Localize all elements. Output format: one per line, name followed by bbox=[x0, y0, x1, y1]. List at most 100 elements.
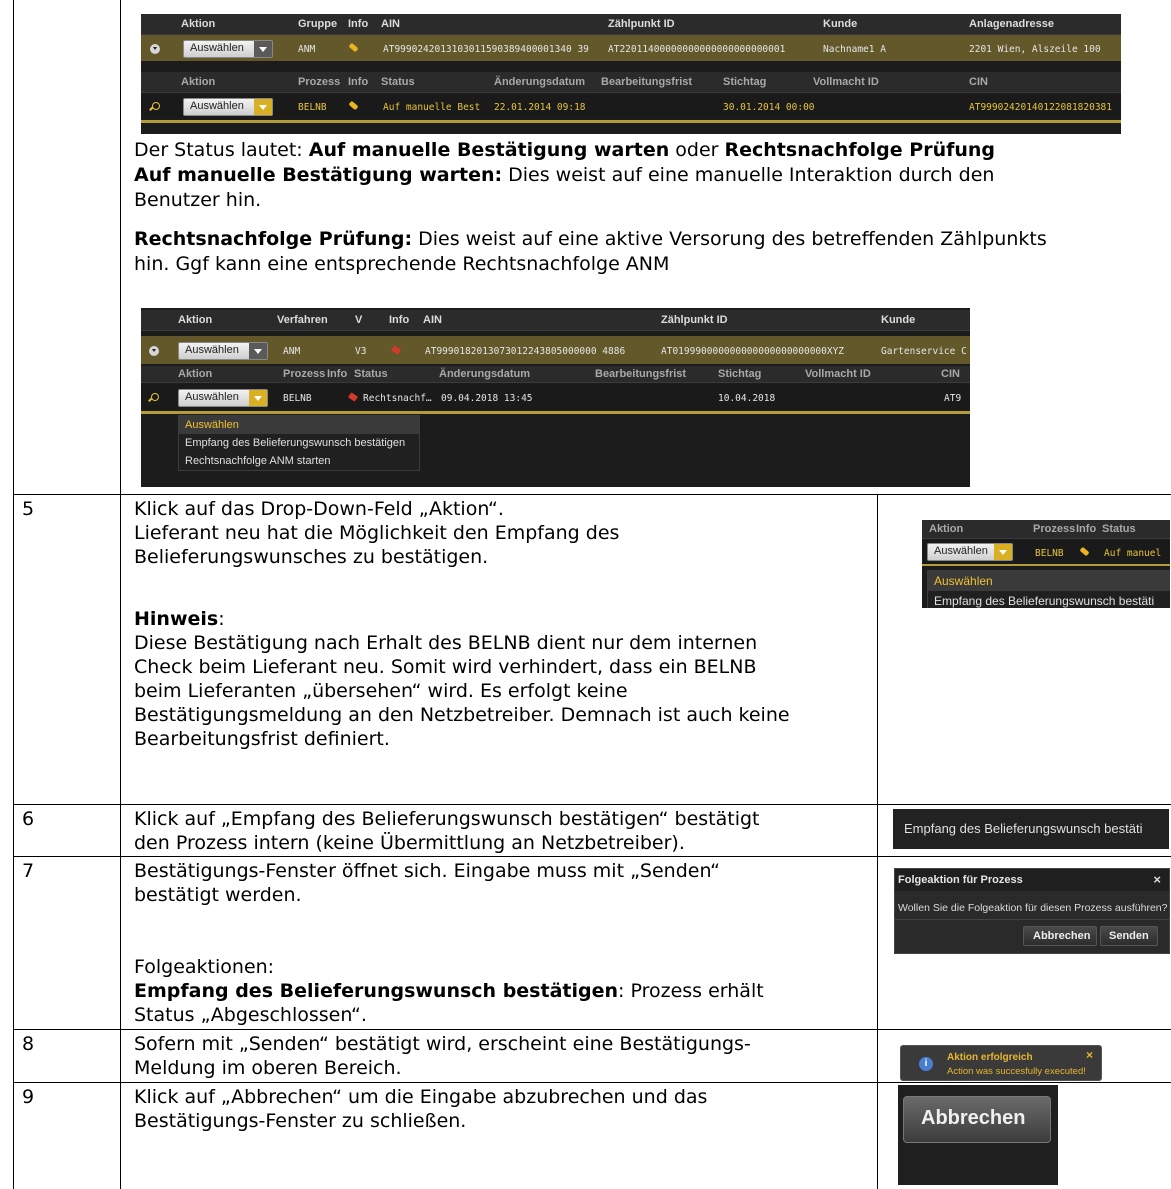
aenderung-value: 09.04.2018 13:45 bbox=[441, 393, 533, 404]
ain-value: AT9990182013073012243805000000 4886 bbox=[425, 346, 626, 357]
screenshot-status-auf-manuelle-bestaetigung: Aktion Gruppe Info AIN Zählpunkt ID Kund… bbox=[141, 14, 1121, 134]
ain-value: AT9990242013103011590389400001340 39 bbox=[383, 44, 589, 55]
intro-line-2: Auf manuelle Bestätigung warten: Dies we… bbox=[134, 164, 995, 186]
subcol-vollmacht: Vollmacht ID bbox=[813, 76, 879, 88]
subcol-info: Info bbox=[327, 368, 348, 380]
table-border-col3 bbox=[877, 494, 878, 1189]
step-number-8: 8 bbox=[22, 1033, 35, 1055]
expand-icon[interactable] bbox=[149, 346, 159, 356]
kunde-value: Gartenservice C bbox=[881, 346, 967, 357]
subcol-aktion: Aktion bbox=[178, 368, 213, 380]
cin-value: AT9 bbox=[944, 393, 962, 404]
kunde-value: Nachname1 A bbox=[823, 44, 886, 55]
close-icon[interactable]: × bbox=[1086, 1048, 1093, 1062]
row-divider-6 bbox=[13, 804, 1171, 805]
step-6-text: Klick auf „Empfang des Belieferungswunsc… bbox=[134, 808, 760, 854]
menu-item-auswaehlen[interactable]: Auswählen bbox=[179, 416, 419, 434]
col-v: V bbox=[355, 314, 363, 326]
cancel-button[interactable]: Abbrechen bbox=[1023, 926, 1097, 946]
thumb-confirm-dialog: Folgeaktion für Prozess × Wollen Sie die… bbox=[894, 868, 1170, 954]
search-icon[interactable] bbox=[152, 102, 160, 110]
intro-line-4: Rechtsnachfolge Prüfung: Dies weist auf … bbox=[134, 228, 1047, 250]
close-icon[interactable]: × bbox=[1153, 872, 1161, 887]
subcol-frist: Bearbeitungsfrist bbox=[595, 368, 687, 380]
v-value: V3 bbox=[355, 346, 367, 357]
aktion-dropdown-menu: Auswählen Empfang des Belieferungswunsch… bbox=[927, 570, 1170, 608]
subcol-prozess: Prozess bbox=[283, 368, 326, 380]
step-5-text: Klick auf das Drop-Down-Feld „Aktion“. L… bbox=[134, 498, 790, 750]
table-border-left bbox=[13, 0, 14, 1189]
col-aktion: Aktion bbox=[178, 314, 213, 326]
table-border-col2 bbox=[120, 0, 121, 1189]
subcol-aenderung: Änderungsdatum bbox=[439, 368, 531, 380]
aktion-select[interactable]: Auswählen bbox=[927, 543, 1013, 561]
aktion-select[interactable]: Auswählen bbox=[183, 40, 273, 58]
aktion-select-prozess[interactable]: Auswählen bbox=[183, 98, 273, 116]
col-info: Info bbox=[389, 314, 410, 326]
zaehlpunkt-value: AT019990000000000000000000000XYZ bbox=[661, 346, 845, 357]
subcol-cin: CIN bbox=[941, 368, 960, 380]
row-divider-9 bbox=[13, 1082, 1171, 1083]
row-divider-7 bbox=[13, 856, 1171, 857]
verfahren-value: ANM bbox=[283, 346, 301, 357]
aktion-dropdown-menu: Auswählen Empfang des Belieferungswunsch… bbox=[178, 415, 420, 471]
subcol-stichtag: Stichtag bbox=[718, 368, 762, 380]
prozess-value: BELNB bbox=[298, 102, 327, 113]
subcol-prozess: Prozess bbox=[298, 76, 341, 88]
step-number-7: 7 bbox=[22, 860, 35, 882]
row-divider-8 bbox=[13, 1029, 1171, 1030]
subcol-aenderung: Änderungsdatum bbox=[494, 76, 586, 88]
info-hand-icon[interactable] bbox=[348, 42, 359, 53]
expand-icon[interactable] bbox=[150, 44, 160, 54]
zaehlpunkt-value: AT22011400000000000000000000001 bbox=[608, 44, 786, 55]
col-aktion: Aktion bbox=[181, 18, 216, 30]
subcol-status: Status bbox=[381, 76, 415, 88]
subcol-info: Info bbox=[348, 76, 369, 88]
status-value: Rechtsnachf… bbox=[363, 393, 432, 404]
stichtag-value: 30.01.2014 00:00 bbox=[723, 102, 815, 113]
step-7-text: Bestätigungs-Fenster öffnet sich. Eingab… bbox=[134, 860, 764, 1026]
step-number-9: 9 bbox=[22, 1086, 35, 1108]
intro-line-1: Der Status lautet: Auf manuelle Bestätig… bbox=[134, 139, 996, 161]
step-number-6: 6 bbox=[22, 808, 35, 830]
toast-title: Aktion erfolgreich bbox=[947, 1052, 1033, 1063]
subcol-frist: Bearbeitungsfrist bbox=[601, 76, 693, 88]
col-ain: AIN bbox=[423, 314, 442, 326]
thumb-cancel-button: Abbrechen bbox=[898, 1085, 1058, 1185]
info-icon: i bbox=[919, 1057, 933, 1071]
cancel-button[interactable]: Abbrechen bbox=[903, 1096, 1051, 1143]
dialog-title: Folgeaktion für Prozess bbox=[898, 874, 1023, 886]
intro-line-3: Benutzer hin. bbox=[134, 189, 262, 211]
thumb-step-5: Aktion Prozess Info Status Auswählen BEL… bbox=[922, 520, 1170, 608]
info-hand-icon[interactable] bbox=[348, 100, 359, 111]
subcol-vollmacht: Vollmacht ID bbox=[805, 368, 871, 380]
prozess-value: BELNB bbox=[283, 393, 312, 404]
adresse-value: 2201 Wien, Alszeile 100 bbox=[969, 44, 1101, 55]
status-value: Auf manuelle Best bbox=[383, 102, 481, 113]
col-verfahren: Verfahren bbox=[277, 314, 328, 326]
cin-value: AT99902420140122081820381 bbox=[969, 102, 1112, 113]
subcol-status: Status bbox=[354, 368, 388, 380]
menu-item-empfang-bestaetigen[interactable]: Empfang des Belieferungswunsch bestätige… bbox=[179, 434, 419, 452]
col-kunde: Kunde bbox=[881, 314, 916, 326]
info-flag-icon[interactable] bbox=[348, 392, 358, 402]
gruppe-value: ANM bbox=[298, 44, 316, 55]
info-hand-icon[interactable] bbox=[1079, 546, 1090, 557]
row-divider-5 bbox=[13, 494, 1171, 495]
stichtag-value: 10.04.2018 bbox=[718, 393, 776, 404]
search-icon[interactable] bbox=[151, 393, 159, 401]
col-ain: AIN bbox=[381, 18, 400, 30]
send-button[interactable]: Senden bbox=[1100, 926, 1158, 946]
info-flag-icon[interactable] bbox=[391, 345, 401, 355]
menu-item-rechtsnachfolge[interactable]: Rechtsnachfolge ANM starten bbox=[179, 452, 419, 470]
subcol-aktion: Aktion bbox=[181, 76, 216, 88]
intro-line-5: hin. Ggf kann eine entsprechende Rechtsn… bbox=[134, 253, 670, 275]
thumb-step-6: Empfang des Belieferungswunsch bestäti bbox=[893, 809, 1169, 849]
thumb-success-toast: i Aktion erfolgreich Action was succesfu… bbox=[900, 1045, 1102, 1081]
screenshot-status-rechtsnachfolge: Aktion Verfahren V Info AIN Zählpunkt ID… bbox=[141, 308, 970, 487]
toast-message: Action was succesfully executed! bbox=[947, 1066, 1086, 1077]
aktion-select-prozess[interactable]: Auswählen bbox=[178, 389, 268, 407]
subcol-cin: CIN bbox=[969, 76, 988, 88]
aktion-select[interactable]: Auswählen bbox=[178, 342, 268, 360]
col-gruppe: Gruppe bbox=[298, 18, 338, 30]
